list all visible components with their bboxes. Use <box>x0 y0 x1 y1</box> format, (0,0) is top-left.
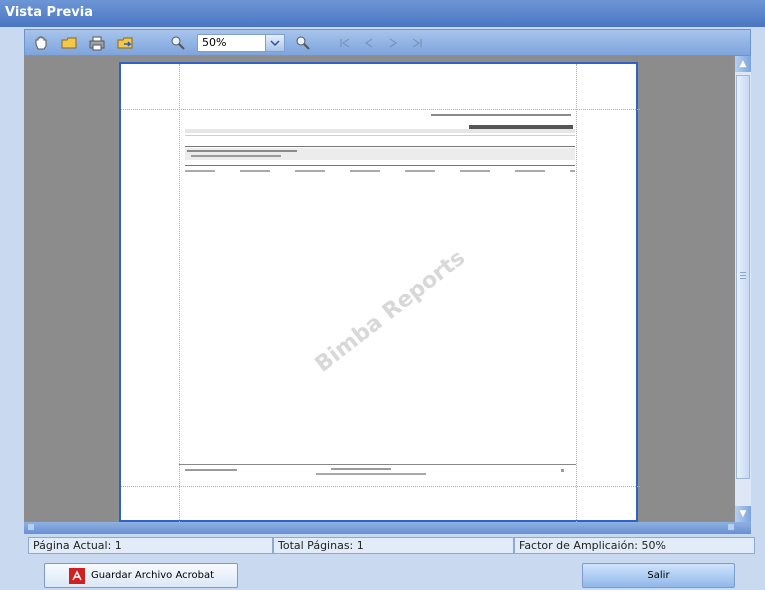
status-total-pages: Total Páginas: 1 <box>273 537 514 554</box>
report-page: Bimba Reports <box>119 62 640 522</box>
preview-viewport[interactable]: Bimba Reports <box>24 56 735 522</box>
margin-top <box>121 109 640 110</box>
save-pdf-button[interactable]: Guardar Archivo Acrobat <box>44 563 238 588</box>
report-column-row <box>185 135 575 136</box>
detail-header-line <box>185 165 575 166</box>
footer-center-text-1 <box>331 468 391 470</box>
margin-right <box>576 64 577 522</box>
scroll-right-icon[interactable] <box>728 524 734 530</box>
print-icon[interactable] <box>87 34 107 52</box>
exit-button[interactable]: Salir <box>582 563 735 588</box>
report-divider <box>185 146 575 147</box>
acrobat-icon <box>68 567 85 584</box>
horizontal-scrollbar[interactable] <box>24 522 751 534</box>
next-page-icon[interactable] <box>383 34 403 52</box>
total-pages-text: Total Páginas: 1 <box>278 539 364 552</box>
open-icon[interactable] <box>59 34 79 52</box>
window-title-bar: Vista Previa <box>0 0 765 27</box>
scroll-up-icon[interactable]: ▲ <box>735 56 751 72</box>
preview-toolbar: 50% <box>24 29 751 56</box>
exit-label: Salir <box>647 570 670 581</box>
window-title: Vista Previa <box>5 5 93 20</box>
watermark-text: Bimba Reports <box>310 245 471 378</box>
client-line-2 <box>191 155 281 157</box>
scroll-left-icon[interactable] <box>28 524 34 530</box>
first-page-icon[interactable] <box>335 34 355 52</box>
status-zoom-factor: Factor de Amplicaión: 50% <box>514 537 755 554</box>
zoom-in-icon[interactable] <box>168 34 188 52</box>
zoom-select[interactable]: 50% <box>197 34 273 52</box>
report-header-band <box>185 129 575 133</box>
save-pdf-label: Guardar Archivo Acrobat <box>90 570 215 581</box>
footer-left-text <box>185 469 237 471</box>
prev-page-icon[interactable] <box>359 34 379 52</box>
detail-row <box>185 170 575 172</box>
client-line-1 <box>187 150 297 152</box>
zoom-dropdown-icon[interactable] <box>265 34 285 52</box>
scroll-down-icon[interactable]: ▼ <box>735 506 751 522</box>
export-icon[interactable] <box>115 34 135 52</box>
hand-icon[interactable] <box>31 34 51 52</box>
margin-left <box>179 64 180 522</box>
footer-page-number <box>561 469 564 472</box>
zoom-out-icon[interactable] <box>293 34 313 52</box>
status-current-page: Página Actual: 1 <box>28 537 273 554</box>
zoom-factor-text: Factor de Amplicaión: 50% <box>519 539 666 552</box>
vertical-scrollbar[interactable]: ▲ ▼ <box>735 56 751 522</box>
report-header-line <box>431 114 571 116</box>
current-page-text: Página Actual: 1 <box>33 539 122 552</box>
footer-divider <box>179 464 576 465</box>
footer-center-text-2 <box>316 473 426 475</box>
margin-bottom <box>121 486 640 487</box>
zoom-value: 50% <box>202 36 227 49</box>
vertical-scroll-thumb[interactable] <box>736 75 750 479</box>
last-page-icon[interactable] <box>407 34 427 52</box>
